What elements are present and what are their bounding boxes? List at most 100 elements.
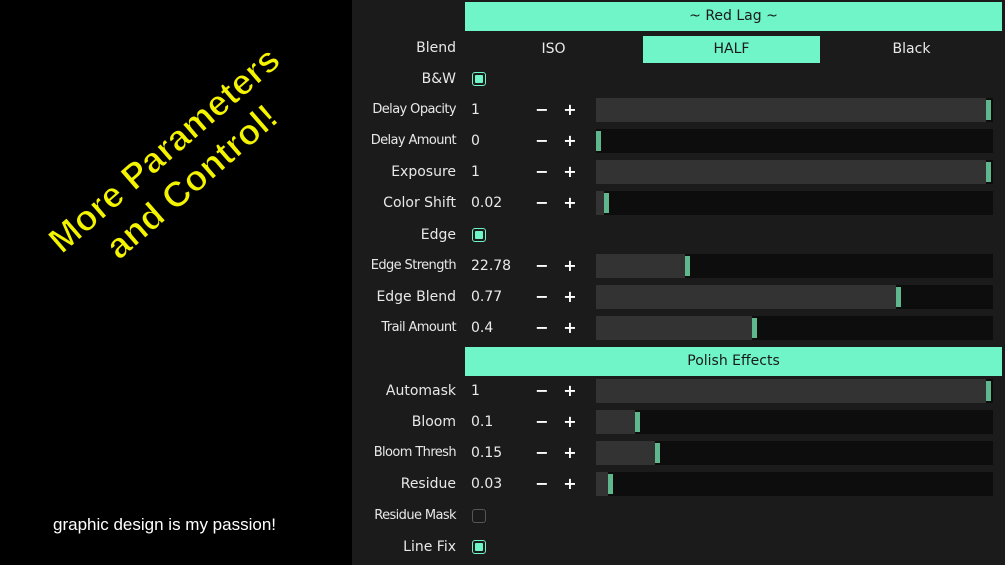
edge-strength-decrement-button[interactable]: − <box>532 251 552 281</box>
delay-amount-increment-button[interactable]: + <box>560 126 580 156</box>
edge-blend-slider[interactable] <box>596 285 993 309</box>
exposure-slider[interactable] <box>596 160 993 184</box>
edge-blend-label: Edge Blend <box>352 282 464 312</box>
edge-strength-increment-button[interactable]: + <box>560 251 580 281</box>
bloom-thresh-increment-button[interactable]: + <box>560 438 580 468</box>
trail-amount-slider-fill <box>596 316 752 340</box>
residue-value[interactable]: 0.03 <box>471 469 502 499</box>
bloom-thresh-slider-handle[interactable] <box>654 443 660 463</box>
section-header-row-2: Polish Effects <box>352 345 1005 376</box>
residue-decrement-button[interactable]: − <box>532 469 552 499</box>
edge-strength-value[interactable]: 22.78 <box>471 251 511 281</box>
line-fix-row: Line Fix <box>352 532 1005 562</box>
trail-amount-label: Trail Amount <box>352 313 464 343</box>
blend-option-black[interactable]: Black <box>821 36 1002 63</box>
color-shift-slider[interactable] <box>596 191 993 215</box>
automask-increment-button[interactable]: + <box>560 376 580 406</box>
delay-amount-slider-handle[interactable] <box>596 131 601 151</box>
bloom-thresh-slider-fill <box>596 441 655 465</box>
trail-amount-decrement-button[interactable]: − <box>532 313 552 343</box>
bloom-decrement-button[interactable]: − <box>532 407 552 437</box>
edge-row: Edge <box>352 220 1005 250</box>
blend-option-half[interactable]: HALF <box>643 36 820 63</box>
color-shift-slider-handle[interactable] <box>603 193 609 213</box>
exposure-slider-fill <box>596 160 986 184</box>
edge-checkbox[interactable] <box>472 228 486 242</box>
edge-strength-slider-fill <box>596 254 685 278</box>
color-shift-decrement-button[interactable]: − <box>532 188 552 218</box>
delay-opacity-row: Delay Opacity 1 − + <box>352 95 1005 125</box>
automask-slider-fill <box>596 379 986 403</box>
exposure-decrement-button[interactable]: − <box>532 157 552 187</box>
trail-amount-value[interactable]: 0.4 <box>471 313 493 343</box>
trail-amount-slider-handle[interactable] <box>752 318 757 338</box>
bloom-slider[interactable] <box>596 410 993 434</box>
color-shift-increment-button[interactable]: + <box>560 188 580 218</box>
edge-strength-slider[interactable] <box>596 254 993 278</box>
residue-mask-checkbox[interactable] <box>472 509 486 523</box>
exposure-increment-button[interactable]: + <box>560 157 580 187</box>
residue-slider[interactable] <box>596 472 993 496</box>
automask-slider-handle[interactable] <box>986 381 991 401</box>
delay-opacity-slider[interactable] <box>596 98 993 122</box>
bloom-increment-button[interactable]: + <box>560 407 580 437</box>
delay-amount-decrement-button[interactable]: − <box>532 126 552 156</box>
bloom-thresh-row: Bloom Thresh 0.15− + <box>352 438 1005 468</box>
section-header-polish-effects: Polish Effects <box>465 347 1002 376</box>
exposure-slider-handle[interactable] <box>986 162 991 182</box>
section-header-spacer <box>352 0 464 30</box>
residue-row: Residue 0.03− + <box>352 469 1005 499</box>
bw-checkbox[interactable] <box>472 72 486 86</box>
blend-option-iso[interactable]: ISO <box>465 36 642 63</box>
bloom-slider-fill <box>596 410 635 434</box>
color-shift-row: Color Shift 0.02− + <box>352 188 1005 218</box>
automask-value[interactable]: 1 <box>471 376 480 406</box>
exposure-row: Exposure 1 − + <box>352 157 1005 187</box>
automask-slider[interactable] <box>596 379 993 403</box>
delay-amount-value[interactable]: 0 <box>471 126 480 156</box>
trail-amount-slider[interactable] <box>596 316 993 340</box>
bloom-thresh-decrement-button[interactable]: − <box>532 438 552 468</box>
edge-strength-label: Edge Strength <box>352 251 464 281</box>
bloom-thresh-label: Bloom Thresh <box>352 438 464 468</box>
automask-row: Automask 1 − + <box>352 376 1005 406</box>
color-shift-value[interactable]: 0.02 <box>471 188 502 218</box>
automask-label: Automask <box>352 376 464 406</box>
residue-slider-fill <box>596 472 608 496</box>
bw-label: B&W <box>352 64 464 94</box>
delay-opacity-value[interactable]: 1 <box>471 95 480 125</box>
automask-decrement-button[interactable]: − <box>532 376 552 406</box>
blend-row: Blend ISO HALF Black <box>352 33 1005 63</box>
delay-amount-label: Delay Amount <box>352 126 464 156</box>
bloom-value[interactable]: 0.1 <box>471 407 493 437</box>
edge-blend-value[interactable]: 0.77 <box>471 282 502 312</box>
residue-mask-row-area <box>465 501 1005 531</box>
edge-blend-slider-handle[interactable] <box>896 287 902 307</box>
delay-opacity-decrement-button[interactable]: − <box>532 95 552 125</box>
line-fix-checkbox[interactable] <box>472 540 486 554</box>
residue-slider-handle[interactable] <box>607 474 613 494</box>
blend-label: Blend <box>352 33 464 63</box>
edge-strength-slider-handle[interactable] <box>684 256 690 276</box>
bloom-row: Bloom 0.1 − + <box>352 407 1005 437</box>
bw-row-area <box>465 64 1005 94</box>
section-header-red-lag: ~ Red Lag ~ <box>465 2 1002 31</box>
delay-opacity-slider-fill <box>596 98 986 122</box>
edge-blend-increment-button[interactable]: + <box>560 282 580 312</box>
delay-amount-row: Delay Amount 0 − + <box>352 126 1005 156</box>
color-shift-label: Color Shift <box>352 188 464 218</box>
edge-label: Edge <box>352 220 464 250</box>
trail-amount-increment-button[interactable]: + <box>560 313 580 343</box>
bloom-thresh-slider[interactable] <box>596 441 993 465</box>
edge-blend-decrement-button[interactable]: − <box>532 282 552 312</box>
residue-increment-button[interactable]: + <box>560 469 580 499</box>
exposure-value[interactable]: 1 <box>471 157 480 187</box>
overlay-title: More Parameters and Control! <box>30 28 330 308</box>
delay-opacity-increment-button[interactable]: + <box>560 95 580 125</box>
bloom-thresh-value[interactable]: 0.15 <box>471 438 502 468</box>
color-shift-slider-fill <box>596 191 604 215</box>
bloom-slider-handle[interactable] <box>635 412 640 432</box>
delay-amount-slider[interactable] <box>596 129 993 153</box>
delay-opacity-label: Delay Opacity <box>352 95 464 125</box>
delay-opacity-slider-handle[interactable] <box>986 100 991 120</box>
